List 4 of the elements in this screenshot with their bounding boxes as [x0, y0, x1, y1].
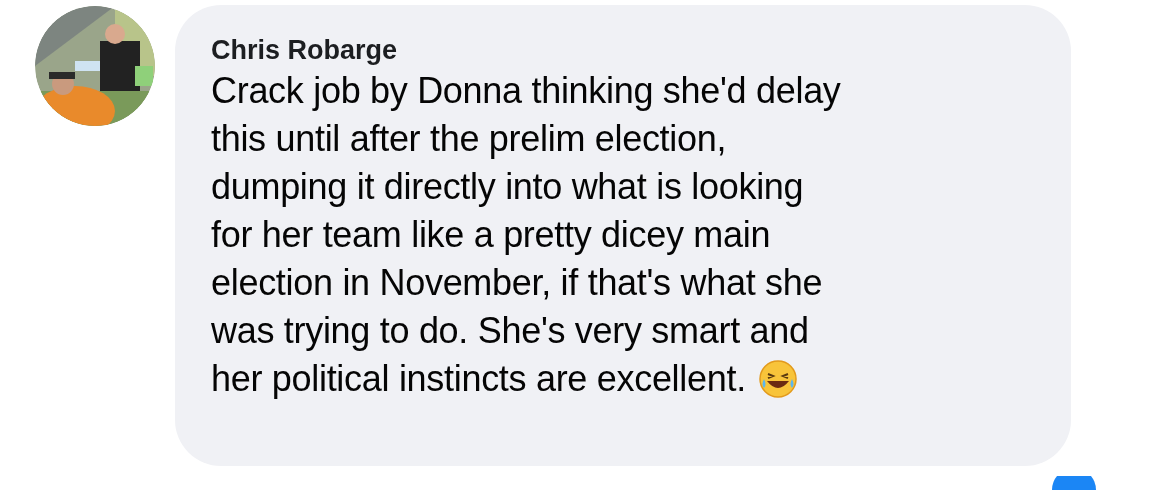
reaction-badge-icon [1052, 476, 1096, 490]
author-name[interactable]: Chris Robarge [211, 33, 1071, 67]
laughing-emoji-icon [757, 359, 798, 399]
comment-text: her political instincts are excellent. [211, 357, 746, 401]
